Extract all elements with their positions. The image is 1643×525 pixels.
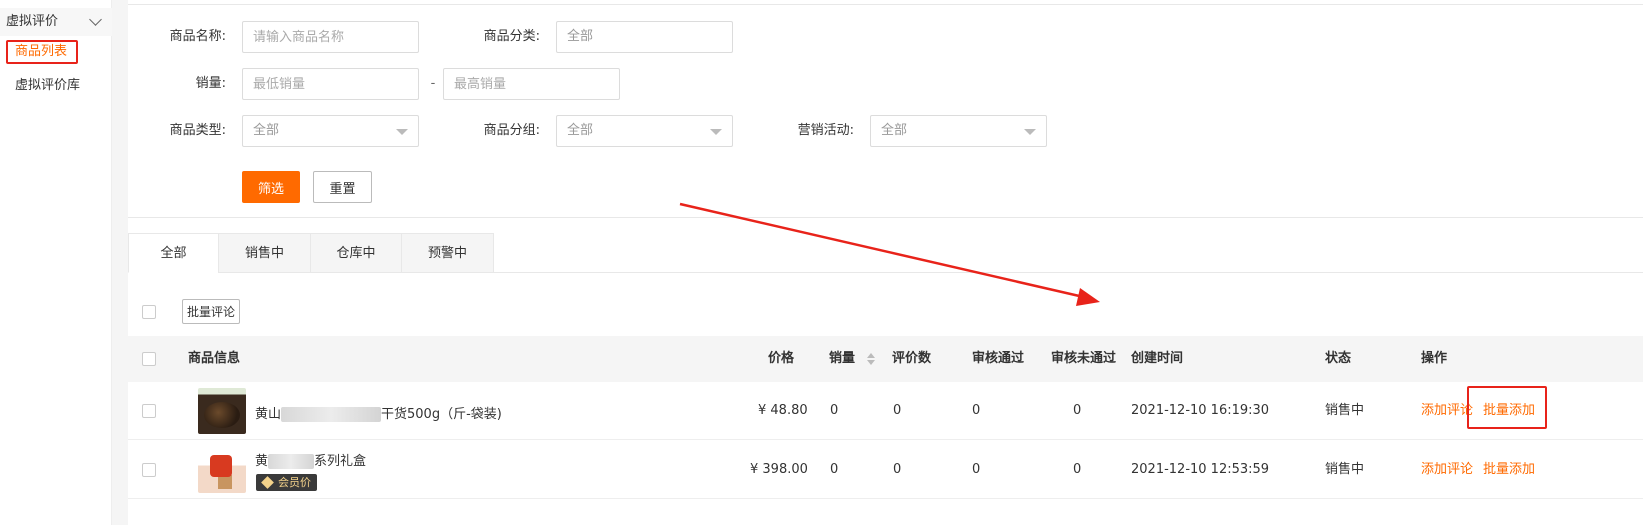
sort-icon[interactable] (867, 353, 875, 365)
product-thumbnail[interactable] (198, 447, 246, 493)
batch-add-link[interactable]: 批量添加 (1483, 441, 1535, 499)
header-approved: 审核通过 (972, 351, 1025, 366)
product-group-label: 商品分组: (483, 123, 540, 138)
product-name[interactable]: 黄山 干货500g（斤-袋装) (255, 403, 502, 422)
product-type-value: 全部 (253, 123, 280, 138)
product-name-suffix: 系列礼盒 (314, 454, 367, 469)
chevron-down-icon[interactable] (89, 13, 102, 26)
sales-min-input[interactable] (242, 68, 419, 100)
sales-max-input[interactable] (443, 68, 620, 100)
table-row: 黄山 干货500g（斤-袋装) ¥ 48.80 0 0 0 0 2021-12-1… (128, 382, 1643, 440)
sidebar-group-label: 虚拟评价 (6, 14, 59, 29)
product-category-value: 全部 (567, 29, 594, 44)
header-rejected: 审核未通过 (1051, 351, 1117, 366)
header-sales-label: 销量 (829, 351, 856, 366)
product-type-label: 商品类型: (169, 123, 226, 138)
product-category-select[interactable]: 全部 (556, 21, 733, 53)
product-name-suffix: 干货500g（斤-袋装) (381, 407, 502, 422)
status-cell: 销售中 (1325, 403, 1365, 418)
header-reviews: 评价数 (892, 351, 932, 366)
approved-cell: 0 (972, 462, 981, 477)
page-root: 虚拟评价 商品列表 虚拟评价库 商品名称: 商品分类: 全部 销量: - 商品类… (0, 0, 1643, 525)
product-group-select[interactable]: 全部 (556, 115, 733, 147)
caret-down-icon (710, 129, 722, 135)
product-name-input[interactable] (242, 21, 419, 53)
rejected-cell: 0 (1073, 403, 1082, 418)
rejected-cell: 0 (1073, 462, 1082, 477)
header-status: 状态 (1325, 351, 1352, 366)
product-type-select[interactable]: 全部 (242, 115, 419, 147)
product-category-label: 商品分类: (483, 29, 540, 44)
diamond-icon (261, 476, 274, 489)
sales-range-separator: - (430, 76, 436, 91)
row-checkbox[interactable] (142, 463, 156, 477)
product-name-prefix: 黄山 (255, 407, 282, 422)
promotion-value: 全部 (881, 123, 908, 138)
approved-cell: 0 (972, 403, 981, 418)
product-name[interactable]: 黄 系列礼盒 (255, 450, 366, 469)
price-cell: ¥ 48.80 (758, 403, 808, 418)
batch-comment-button[interactable]: 批量评论 (182, 299, 240, 324)
sales-cell: 0 (830, 462, 839, 477)
redacted-text (268, 454, 315, 469)
member-price-badge: 会员价 (256, 474, 317, 491)
select-all-checkbox[interactable] (142, 352, 156, 366)
filter-divider (128, 217, 1643, 218)
header-price: 价格 (768, 351, 795, 366)
main-content: 商品名称: 商品分类: 全部 销量: - 商品类型: 全部 商品分组: 全部 营… (128, 0, 1643, 525)
tab-in-warehouse[interactable]: 仓库中 (310, 233, 402, 273)
sidebar-item-product-list[interactable]: 商品列表 (6, 40, 78, 64)
header-actions: 操作 (1421, 351, 1448, 366)
promotion-select[interactable]: 全部 (870, 115, 1047, 147)
table-row: 黄 系列礼盒 会员价 ¥ 398.00 0 0 0 0 2021-12-10 12… (128, 441, 1643, 499)
member-price-label: 会员价 (278, 476, 311, 489)
caret-down-icon (396, 129, 408, 135)
table-header: 商品信息 价格 销量 评价数 审核通过 审核未通过 创建时间 状态 操作 (128, 336, 1643, 382)
header-product-info: 商品信息 (188, 351, 241, 366)
header-sales[interactable]: 销量 (829, 336, 879, 382)
row-checkbox[interactable] (142, 404, 156, 418)
caret-down-icon (1024, 129, 1036, 135)
tab-all[interactable]: 全部 (128, 233, 219, 273)
price-cell: ¥ 398.00 (750, 462, 808, 477)
product-name-label: 商品名称: (169, 29, 226, 44)
filter-button[interactable]: 筛选 (242, 171, 300, 203)
created-cell: 2021-12-10 16:19:30 (1131, 403, 1270, 418)
product-name-prefix: 黄 (255, 454, 269, 469)
add-review-link[interactable]: 添加评论 (1421, 382, 1473, 440)
status-tabs: 全部 销售中 仓库中 预警中 (128, 233, 1643, 273)
sales-cell: 0 (830, 403, 839, 418)
sidebar-group-virtual-review[interactable]: 虚拟评价 (0, 8, 112, 36)
add-review-link[interactable]: 添加评论 (1421, 441, 1473, 499)
tab-warning[interactable]: 预警中 (401, 233, 494, 273)
sidebar: 虚拟评价 商品列表 虚拟评价库 (0, 0, 112, 525)
annotation-highlight-box (1467, 386, 1547, 429)
tab-on-sale[interactable]: 销售中 (218, 233, 311, 273)
sales-label: 销量: (195, 76, 226, 91)
promotion-label: 营销活动: (797, 123, 854, 138)
status-cell: 销售中 (1325, 462, 1365, 477)
product-thumbnail[interactable] (198, 388, 246, 434)
top-divider (128, 4, 1643, 5)
product-group-value: 全部 (567, 123, 594, 138)
reviews-cell: 0 (893, 462, 902, 477)
redacted-text (281, 407, 382, 422)
header-created: 创建时间 (1131, 351, 1184, 366)
created-cell: 2021-12-10 12:53:59 (1131, 462, 1270, 477)
reviews-cell: 0 (893, 403, 902, 418)
sidebar-item-virtual-review-library[interactable]: 虚拟评价库 (8, 74, 108, 98)
reset-button[interactable]: 重置 (313, 171, 372, 203)
select-all-checkbox-toolbar[interactable] (142, 305, 156, 319)
